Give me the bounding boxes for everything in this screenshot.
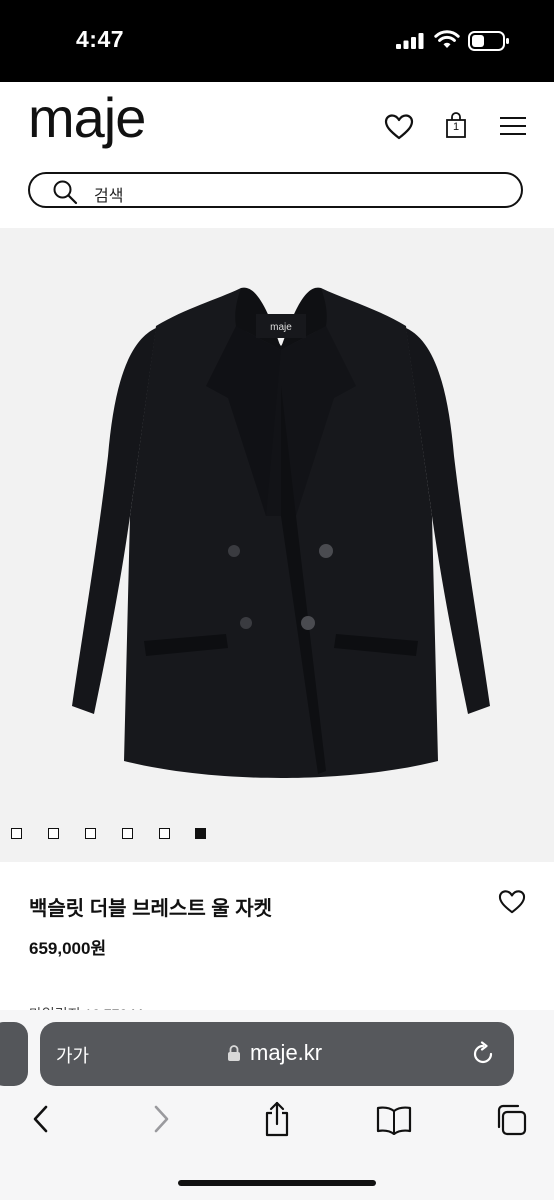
text-size-button[interactable]: 가가: [56, 1042, 89, 1068]
image-carousel-indicators: [11, 828, 211, 842]
bookmarks-icon[interactable]: [376, 1105, 412, 1135]
carousel-dot[interactable]: [85, 828, 96, 839]
shopping-bag-icon[interactable]: 1: [444, 111, 468, 139]
home-indicator: [178, 1180, 376, 1186]
search-icon: [53, 180, 78, 205]
battery-icon: [468, 31, 509, 51]
jacket-brand-label: maje: [270, 322, 292, 333]
reload-icon[interactable]: [470, 1041, 496, 1067]
previous-tab-preview[interactable]: [0, 1022, 28, 1086]
share-icon[interactable]: [261, 1100, 293, 1138]
back-icon[interactable]: [30, 1104, 52, 1134]
tabs-icon[interactable]: [494, 1103, 528, 1137]
wifi-icon: [434, 30, 460, 48]
bag-count: 1: [452, 121, 460, 133]
jacket-image: maje: [72, 287, 490, 778]
carousel-dot-active[interactable]: [195, 828, 206, 839]
heart-icon[interactable]: [498, 889, 526, 915]
search-input[interactable]: 검색: [28, 172, 523, 208]
url-text[interactable]: maje.kr: [250, 1040, 322, 1066]
carousel-dot[interactable]: [11, 828, 22, 839]
forward-icon[interactable]: [150, 1104, 172, 1134]
brand-logo[interactable]: maje: [28, 90, 146, 146]
hamburger-menu-icon[interactable]: [500, 116, 526, 136]
heart-icon[interactable]: [384, 113, 414, 141]
product-title: 백슬릿 더블 브레스트 울 자켓: [29, 898, 273, 920]
address-bar[interactable]: 가가 maje.kr: [40, 1022, 514, 1086]
carousel-dot[interactable]: [48, 828, 59, 839]
carousel-dot[interactable]: [159, 828, 170, 839]
carousel-dot[interactable]: [122, 828, 133, 839]
search-placeholder: 검색: [94, 188, 124, 205]
status-time: 4:47: [76, 26, 125, 52]
product-price: 659,000원: [29, 939, 107, 958]
lock-icon: [228, 1045, 240, 1061]
cellular-signal-icon: [396, 33, 424, 49]
product-image[interactable]: maje: [0, 228, 554, 862]
